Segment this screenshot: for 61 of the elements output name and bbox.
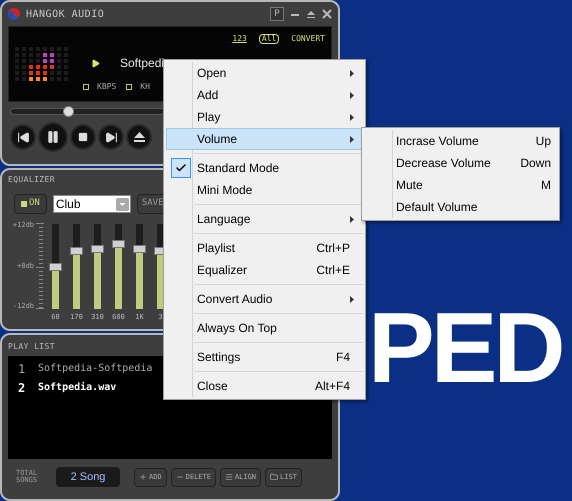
band-thumb[interactable] [91, 244, 104, 253]
menu-item[interactable]: Add [166, 84, 363, 106]
menu-item[interactable]: Decrease Volume Down [364, 152, 557, 174]
menu-item[interactable]: Mute M [364, 174, 557, 196]
panel-title: EQUALIZER [8, 174, 56, 186]
menu-item[interactable]: Settings F4 [166, 346, 363, 368]
menu-item[interactable]: Equalizer Ctrl+E [166, 259, 363, 281]
power-button[interactable]: ON [14, 194, 47, 214]
repeat-mode-button[interactable]: 123 [230, 35, 249, 43]
menu-item[interactable]: Standard Mode [166, 157, 363, 179]
band-slider[interactable] [115, 224, 122, 309]
dropdown-icon [116, 198, 129, 210]
stop-icon [78, 132, 88, 142]
total-songs-field: 2 Song [56, 467, 120, 487]
previous-button[interactable] [10, 124, 36, 150]
stop-button[interactable] [70, 124, 96, 150]
wallpaper-text: PED [368, 298, 562, 398]
band-slider[interactable] [136, 224, 143, 309]
band-slider[interactable] [94, 224, 101, 309]
skip-forward-icon [104, 130, 118, 144]
preset-select[interactable]: Club [52, 195, 131, 213]
band-thumb[interactable] [112, 240, 125, 248]
band-slider[interactable] [73, 224, 80, 309]
list-icon [270, 473, 278, 481]
menu-item[interactable]: Incrase Volume Up [364, 130, 557, 152]
scale-ticks-icon [36, 222, 44, 310]
pause-button[interactable] [38, 122, 68, 152]
band-thumb[interactable] [133, 244, 146, 253]
repeat-mode-button[interactable]: All [258, 34, 280, 44]
menu-item[interactable]: Default Volume [364, 196, 557, 218]
eject-icon [134, 132, 144, 142]
indicator-icon [83, 84, 89, 90]
convert-button[interactable]: CONVERT [289, 35, 327, 43]
skip-back-icon [16, 130, 30, 144]
logo-icon [8, 8, 20, 20]
menu-item[interactable]: Always On Top [166, 317, 363, 339]
align-icon [224, 473, 233, 481]
close-icon[interactable] [322, 9, 332, 19]
band-slider[interactable] [52, 224, 59, 309]
seek-thumb[interactable] [63, 106, 74, 117]
menu-item[interactable]: Volume [166, 128, 363, 150]
add-icon [139, 473, 147, 481]
band-thumb[interactable] [70, 247, 83, 256]
menu-item[interactable]: Playlist Ctrl+P [166, 237, 363, 259]
indicator-icon [126, 84, 132, 90]
menu-item[interactable]: Mini Mode [166, 179, 363, 201]
pin-button[interactable]: P [270, 7, 284, 21]
menu-item[interactable]: Open [166, 62, 363, 84]
menu-item[interactable]: Language [166, 208, 363, 230]
menu-item[interactable]: Close Alt+F4 [166, 375, 363, 397]
panel-title: PLAY LIST [8, 341, 56, 353]
next-button[interactable] [98, 124, 124, 150]
audio-info-label: KH [140, 81, 150, 93]
menu-item[interactable]: Convert Audio [166, 288, 363, 310]
audio-info-label: KBPS [97, 81, 116, 93]
band-thumb[interactable] [49, 262, 62, 270]
eject-button[interactable] [126, 124, 152, 150]
menu-item[interactable]: Play [166, 106, 363, 128]
play-indicator-icon [91, 58, 100, 68]
restore-icon[interactable] [306, 9, 316, 19]
app-title: HANGOK AUDIO [26, 8, 104, 22]
